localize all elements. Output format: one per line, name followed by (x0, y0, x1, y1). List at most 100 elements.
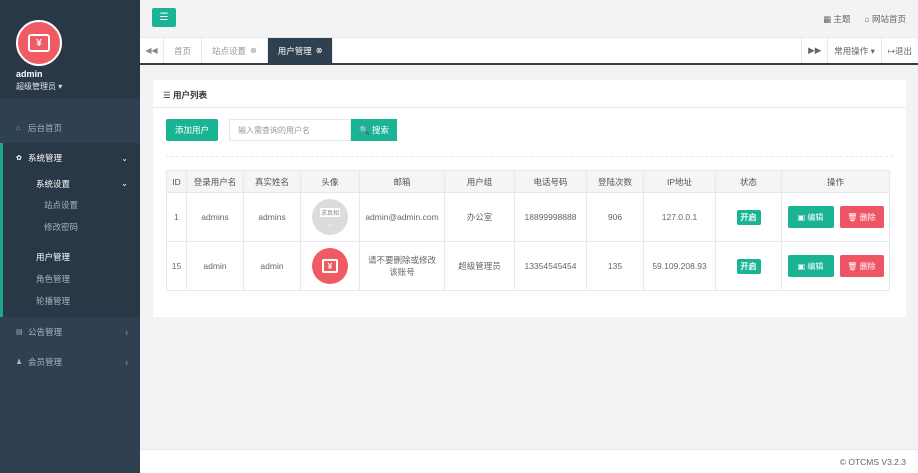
sidebar-item-system[interactable]: ✿ 系统管理 ⌄ (3, 143, 140, 173)
column-header: ID (166, 170, 187, 193)
hamburger-icon: ☰ (159, 12, 169, 23)
sidebar: ¥ admin 超级管理员 ▾ ⌂ 后台首页 ✿ 系统管理 ⌄ 系统设置 ⌄ 站… (0, 0, 140, 473)
cell-id: 15 (166, 241, 187, 291)
search-button[interactable]: 🔍 搜索 (351, 119, 397, 141)
delete-button[interactable]: 🗑 删除 (839, 255, 884, 277)
divider (166, 156, 893, 157)
sidebar-item-change-password[interactable]: 修改密码 (3, 217, 140, 239)
cell-login-count: 906 (586, 192, 644, 242)
sidebar-item-members[interactable]: ♟ 会员管理 ‹ (0, 347, 140, 377)
tab-user-management[interactable]: 用户管理 ⊗ (267, 38, 334, 63)
tab-label: 用户管理 (277, 45, 312, 56)
status-badge[interactable]: 开启 (736, 258, 761, 274)
sidebar-subgroup-system-settings[interactable]: 系统设置 ⌄ (3, 173, 140, 195)
chevron-left-icon: ‹ (125, 327, 128, 337)
subgroup-label: 系统设置 (36, 179, 71, 189)
sidebar-item-site-settings[interactable]: 站点设置 (3, 195, 140, 217)
username: admin (16, 69, 43, 79)
gear-icon: ✿ (16, 155, 22, 162)
tab-label: 首页 (174, 45, 192, 56)
sidebar-item-announcements[interactable]: ▤ 公告管理 ‹ (0, 317, 140, 347)
add-user-button[interactable]: 添加用户 (166, 119, 218, 141)
cell-actions: ▣ 编辑 🗑 删除 (781, 192, 890, 242)
footer: © OTCMS V3.2.3 (140, 449, 918, 473)
column-header: 登录用户名 (186, 170, 244, 193)
column-header: 用户组 (444, 170, 515, 193)
common-operations-dropdown[interactable]: 常用操作 ▾ (827, 38, 881, 63)
cell-id: 1 (166, 192, 187, 242)
site-home-link[interactable]: ⌂ 网站首页 (865, 13, 907, 25)
user-table: ID 登录用户名 真实姓名 头像 邮箱 用户组 电话号码 登陆次数 IP地址 状… (166, 170, 890, 291)
sidebar-item-label: 后台首页 (28, 123, 63, 133)
toolbar: 添加用户 🔍 搜索 (166, 119, 397, 141)
face-icon: ◡ (326, 219, 334, 227)
cell-status: 开启 (715, 192, 782, 242)
edit-button[interactable]: ▣ 编辑 (787, 255, 834, 277)
column-header: 状态 (715, 170, 782, 193)
tabs-prev-button[interactable]: ◀◀ (140, 38, 164, 63)
table-row: 1 admins admins 求真相 ◡ admin@admin.com 办公… (166, 192, 890, 242)
cell-phone: 18899998888 (514, 192, 587, 242)
edit-label: 编辑 (807, 261, 824, 271)
search-input[interactable] (229, 119, 351, 141)
tabs-next-button[interactable]: ▶▶ (801, 38, 827, 63)
delete-label: 删除 (859, 212, 876, 222)
cell-status: 开启 (715, 241, 782, 291)
cell-ip: 127.0.0.1 (643, 192, 716, 242)
chevron-left-icon: ‹ (125, 357, 128, 367)
column-header: 邮箱 (359, 170, 445, 193)
delete-button[interactable]: 🗑 删除 (839, 206, 884, 228)
user-list-panel: ☰ 用户列表 添加用户 🔍 搜索 ID 登录用户名 真实姓名 头像 邮箱 用户组… (153, 80, 906, 317)
delete-label: 删除 (859, 261, 876, 271)
user-icon: ♟ (16, 359, 23, 366)
double-left-icon: ◀◀ (145, 46, 158, 55)
panel-title: ☰ 用户列表 (153, 80, 906, 108)
cell-group: 超级管理员 (444, 241, 515, 291)
top-bar: ☰ ▦ 主题 ⌂ 网站首页 (140, 0, 918, 38)
cell-avatar: 求真相 ◡ (300, 192, 360, 242)
cell-group: 办公室 (444, 192, 515, 242)
shopping-bag-icon: ¥ (28, 34, 50, 52)
sidebar-item-label: 系统管理 (28, 153, 63, 163)
tab-label: 站点设置 (212, 45, 247, 56)
column-header: 头像 (300, 170, 360, 193)
avatar-caption: 求真相 (319, 207, 340, 217)
cell-login-count: 135 (586, 241, 644, 291)
tabs-bar: ◀◀ 首页 站点设置 ⊗ 用户管理 ⊗ ▶▶ 常用操作 ▾ ↦退出 (140, 38, 918, 65)
sidebar-group-system: ✿ 系统管理 ⌄ 系统设置 ⌄ 站点设置 修改密码 用户管理 角色管理 轮播管理 (0, 143, 140, 317)
cell-email: admin@admin.com (359, 192, 445, 242)
role-dropdown[interactable]: 超级管理员 ▾ (16, 81, 140, 92)
column-header: 电话号码 (514, 170, 587, 193)
cell-email: 请不要删除或修改该账号 (359, 241, 445, 291)
tab-home[interactable]: 首页 (164, 38, 203, 63)
close-icon[interactable]: ⊗ (316, 46, 323, 55)
sidebar-item-dashboard[interactable]: ⌂ 后台首页 (0, 113, 140, 143)
theme-link[interactable]: ▦ 主题 (823, 13, 850, 25)
sidebar-item-role-management[interactable]: 角色管理 (3, 267, 140, 289)
chevron-down-icon: ⌄ (121, 153, 128, 163)
close-icon[interactable]: ⊗ (250, 46, 257, 55)
menu-toggle-button[interactable]: ☰ (152, 8, 176, 27)
sidebar-item-label: 公告管理 (28, 327, 63, 337)
column-header: 登陆次数 (586, 170, 644, 193)
cell-login: admin (186, 241, 244, 291)
cell-actions: ▣ 编辑 🗑 删除 (781, 241, 890, 291)
tab-site-settings[interactable]: 站点设置 ⊗ (202, 38, 268, 63)
sidebar-item-user-management[interactable]: 用户管理 (3, 239, 140, 267)
column-header: 操作 (781, 170, 890, 193)
cell-realname: admin (243, 241, 301, 291)
sidebar-item-carousel-management[interactable]: 轮播管理 (3, 289, 140, 317)
cell-ip: 59.109.208.93 (643, 241, 716, 291)
cell-phone: 13354545454 (514, 241, 587, 291)
edit-label: 编辑 (807, 212, 824, 222)
avatar[interactable]: ¥ (16, 20, 62, 66)
table-row: 15 admin admin ¥ 请不要删除或修改该账号 超级管理员 13354… (166, 241, 890, 291)
status-badge[interactable]: 开启 (736, 209, 761, 225)
copy-icon: ▣ (797, 212, 808, 222)
trash-icon: 🗑 (847, 261, 860, 271)
logout-button[interactable]: ↦退出 (880, 38, 918, 63)
column-header: IP地址 (643, 170, 716, 193)
cell-avatar: ¥ (300, 241, 360, 291)
document-icon: ▤ (16, 329, 23, 336)
edit-button[interactable]: ▣ 编辑 (787, 206, 834, 228)
